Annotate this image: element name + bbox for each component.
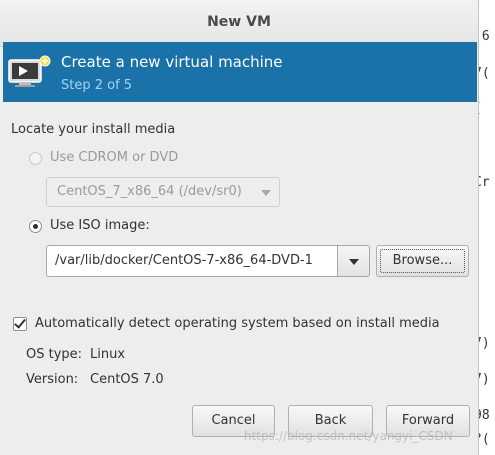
cdrom-device-value: CentOS_7_x86_64 (/dev/sr0): [57, 184, 242, 199]
wizard-step: Step 2 of 5: [61, 78, 133, 93]
install-media-label: Locate your install media: [11, 122, 176, 137]
iso-path-input[interactable]: /var/lib/docker/CentOS-7-x86_64-DVD-1: [46, 245, 338, 277]
version-label: Version:: [26, 372, 79, 387]
chevron-down-icon: [349, 259, 359, 265]
iso-radio[interactable]: [29, 220, 42, 233]
browse-button-label: Browse...: [392, 253, 453, 268]
os-type-label: OS type:: [26, 347, 83, 362]
wizard-heading: Create a new virtual machine: [61, 53, 283, 71]
title-bar[interactable]: New VM: [0, 0, 478, 47]
cdrom-device-select[interactable]: CentOS_7_x86_64 (/dev/sr0): [46, 177, 280, 207]
virtual-machine-icon: [8, 55, 51, 87]
os-type-value: Linux: [90, 347, 126, 362]
auto-detect-checkbox[interactable]: [13, 316, 27, 331]
radio-selected-dot: [33, 224, 38, 229]
browse-button[interactable]: Browse...: [376, 245, 469, 277]
watermark: https://blog.csdn.net/yangyi_CSDN: [244, 429, 453, 443]
chevron-down-icon: [261, 190, 271, 196]
checkmark-icon: [14, 316, 26, 329]
wizard-header: Create a new virtual machine Step 2 of 5: [3, 42, 477, 102]
iso-history-dropdown-button[interactable]: [337, 245, 370, 277]
cdrom-radio[interactable]: [29, 152, 42, 165]
iso-path-value: /var/lib/docker/CentOS-7-x86_64-DVD-1: [55, 253, 313, 268]
cdrom-label: Use CDROM or DVD: [50, 150, 179, 165]
iso-label: Use ISO image:: [50, 218, 150, 233]
window-title: New VM: [207, 14, 271, 30]
new-vm-dialog: New VM Create a new virtual machine Step…: [0, 0, 479, 455]
version-value: CentOS 7.0: [90, 372, 164, 387]
auto-detect-label: Automatically detect operating system ba…: [35, 316, 440, 331]
